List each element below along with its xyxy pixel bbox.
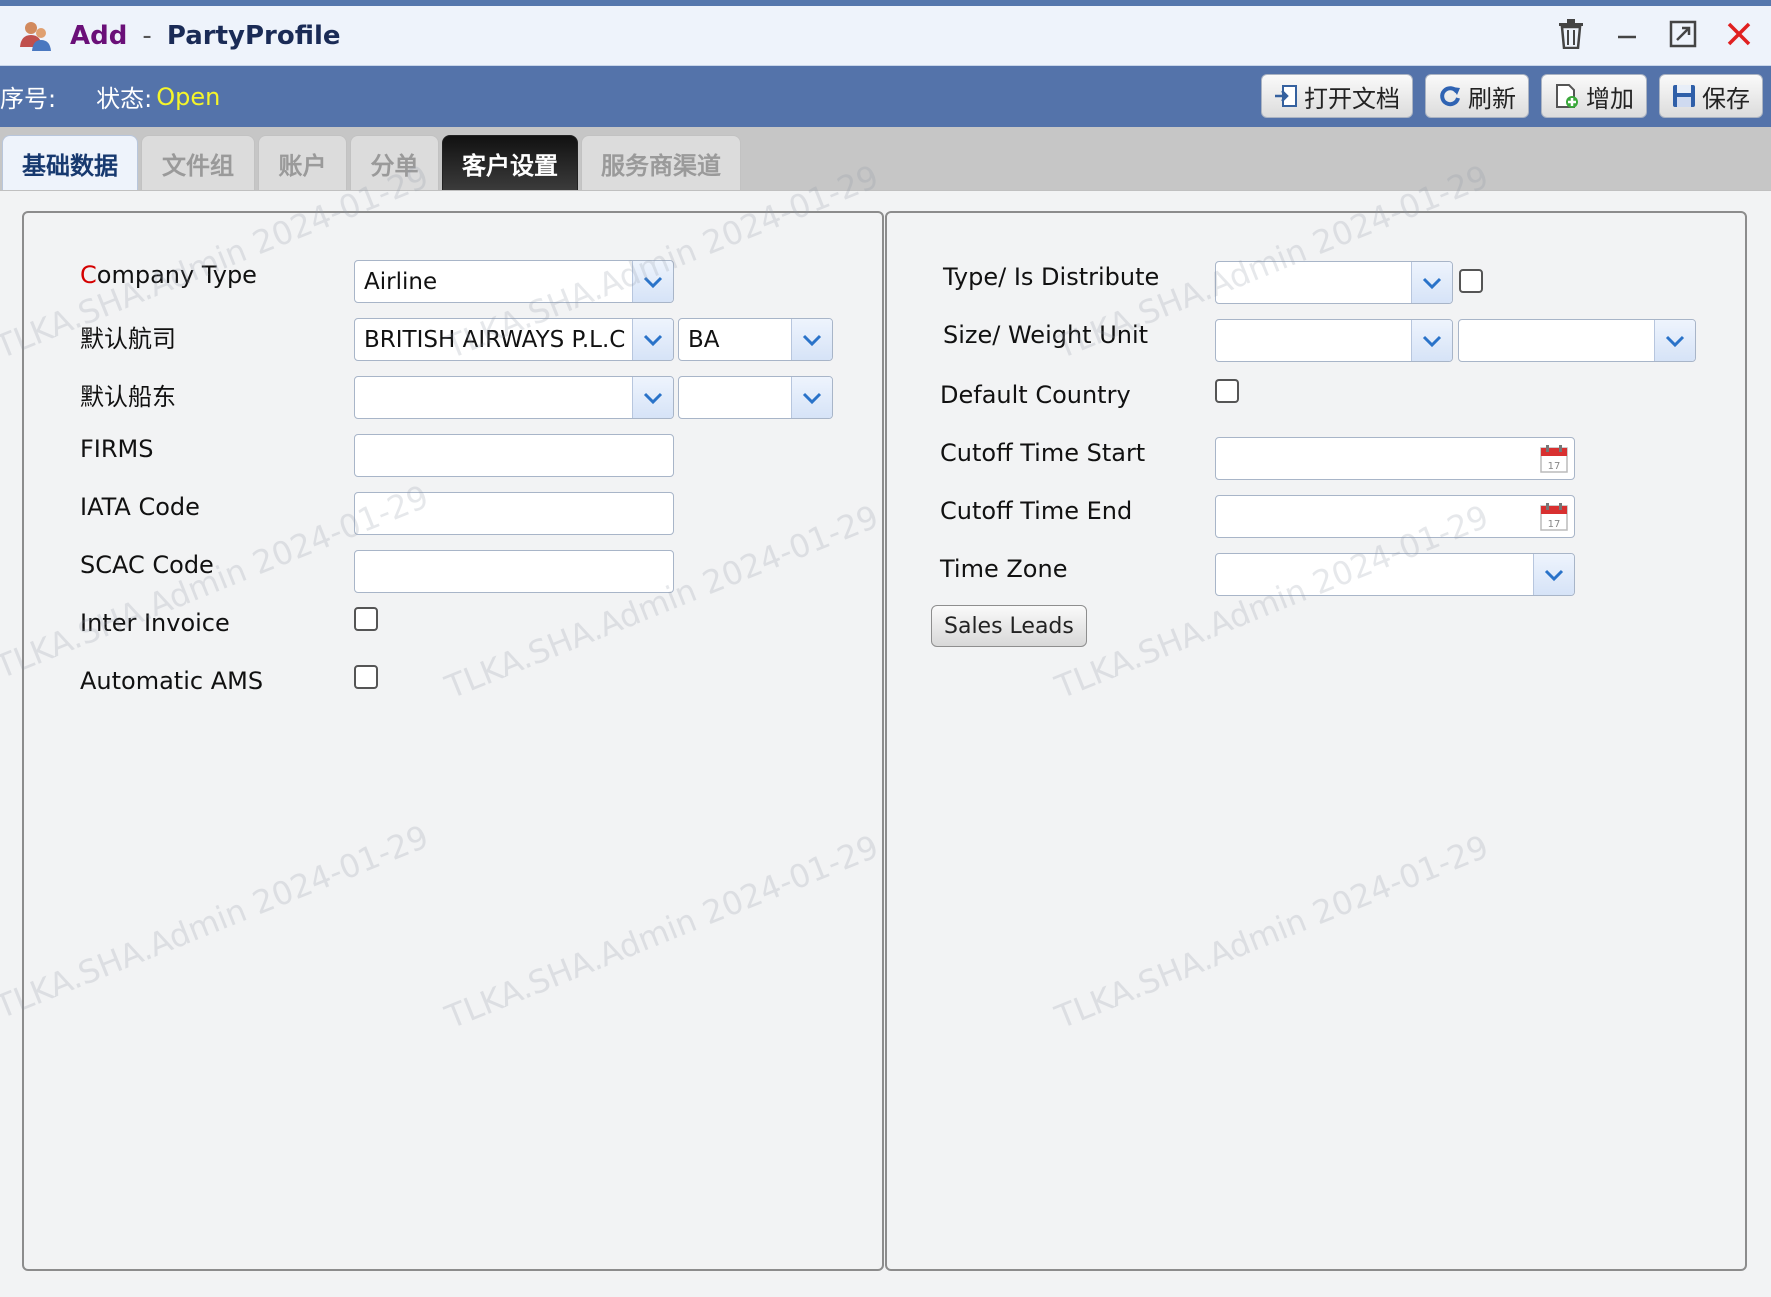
save-icon [1673, 85, 1695, 107]
trash-icon [1559, 19, 1583, 49]
chevron-down-icon[interactable] [791, 319, 832, 360]
refresh-button[interactable]: 刷新 [1425, 74, 1529, 118]
chevron-down-icon[interactable] [632, 261, 673, 302]
default-country-checkbox[interactable] [1215, 379, 1239, 403]
add-button[interactable]: 增加 [1541, 74, 1647, 118]
left-panel: Company Type Airline 默认航司 BRITISH AIRWAY… [22, 211, 884, 1271]
company-type-label-text: ompany Type [96, 261, 257, 289]
scac-code-label: SCAC Code [80, 551, 214, 579]
tab-account[interactable]: 账户 [258, 135, 347, 190]
maximize-button[interactable] [1665, 16, 1701, 52]
tab-basic-data[interactable]: 基础数据 [2, 135, 138, 190]
size-unit-select[interactable] [1215, 319, 1453, 362]
default-carrier-select[interactable] [354, 376, 674, 419]
inter-invoice-label: Inter Invoice [80, 609, 230, 637]
cutoff-time-start-label: Cutoff Time Start [940, 439, 1146, 467]
title-name: PartyProfile [166, 20, 341, 51]
action-toolbar: 打开文档 刷新 增加 保存 [1261, 74, 1763, 118]
add-document-icon [1556, 84, 1578, 108]
calendar-icon[interactable]: 17 [1534, 438, 1574, 479]
is-distribute-checkbox[interactable] [1459, 269, 1483, 293]
close-button[interactable] [1721, 16, 1757, 52]
default-airline-value: BRITISH AIRWAYS P.L.C [364, 326, 626, 353]
cutoff-time-end-label: Cutoff Time End [940, 497, 1133, 525]
time-zone-select[interactable] [1215, 553, 1575, 596]
default-airline-code-value: BA [688, 326, 720, 353]
state-value: Open [156, 82, 221, 111]
save-button[interactable]: 保存 [1659, 74, 1763, 118]
state-label: 状态: [96, 85, 153, 113]
refresh-label: 刷新 [1468, 84, 1516, 113]
chevron-down-icon[interactable] [632, 377, 673, 418]
default-airline-label: 默认航司 [80, 325, 176, 353]
title-separator: - [142, 20, 152, 51]
party-users-icon [18, 19, 52, 53]
type-select[interactable] [1215, 261, 1453, 304]
title-bar: Add - PartyProfile [0, 6, 1771, 66]
tab-sub-order[interactable]: 分单 [350, 135, 439, 190]
refresh-icon [1440, 86, 1460, 107]
maximize-icon [1669, 20, 1697, 48]
save-label: 保存 [1702, 84, 1750, 113]
chevron-down-icon[interactable] [632, 319, 673, 360]
status-bar: 序号: 状态: Open 打开文档 刷新 增加 保存 [0, 66, 1771, 127]
time-zone-label: Time Zone [940, 555, 1068, 583]
default-airline-code-select[interactable]: BA [678, 318, 833, 361]
close-icon [1727, 22, 1751, 46]
scac-code-input[interactable] [354, 550, 674, 593]
automatic-ams-checkbox[interactable] [354, 665, 378, 689]
minimize-button[interactable] [1609, 16, 1645, 52]
tab-provider-channel[interactable]: 服务商渠道 [581, 135, 741, 190]
weight-unit-select[interactable] [1458, 319, 1696, 362]
chevron-down-icon[interactable] [1411, 262, 1452, 303]
open-document-label: 打开文档 [1304, 84, 1400, 113]
size-weight-label: Size/ Weight Unit [943, 321, 1149, 349]
svg-text:17: 17 [1548, 519, 1561, 530]
tab-strip: 基础数据 文件组 账户 分单 客户设置 服务商渠道 [0, 127, 1771, 190]
chevron-down-icon[interactable] [1654, 320, 1695, 361]
inter-invoice-checkbox[interactable] [354, 607, 378, 631]
default-carrier-label: 默认船东 [80, 383, 176, 411]
title-action: Add [70, 20, 128, 51]
required-marker: C [80, 261, 97, 289]
company-type-value: Airline [364, 268, 438, 295]
serial-label: 序号: [0, 85, 57, 113]
sales-leads-button[interactable]: Sales Leads [931, 605, 1087, 647]
chevron-down-icon[interactable] [1533, 554, 1574, 595]
cutoff-time-start-input[interactable]: 17 [1215, 437, 1575, 480]
company-type-label: Company Type [80, 261, 257, 289]
company-type-select[interactable]: Airline [354, 260, 674, 303]
default-carrier-code-select[interactable] [678, 376, 833, 419]
default-country-label: Default Country [940, 381, 1131, 409]
tab-customer-settings[interactable]: 客户设置 [442, 135, 578, 190]
default-airline-select[interactable]: BRITISH AIRWAYS P.L.C [354, 318, 674, 361]
firms-label: FIRMS [80, 435, 154, 463]
chevron-down-icon[interactable] [1411, 320, 1452, 361]
add-label: 增加 [1586, 84, 1634, 113]
firms-input[interactable] [354, 434, 674, 477]
right-panel: Type/ Is Distribute Size/ Weight Unit De… [885, 211, 1747, 1271]
tab-file-group[interactable]: 文件组 [141, 135, 255, 190]
automatic-ams-label: Automatic AMS [80, 667, 264, 695]
svg-text:17: 17 [1548, 461, 1561, 472]
cutoff-time-end-input[interactable]: 17 [1215, 495, 1575, 538]
iata-code-input[interactable] [354, 492, 674, 535]
chevron-down-icon[interactable] [791, 377, 832, 418]
delete-window-button[interactable] [1553, 16, 1589, 52]
open-document-icon [1275, 85, 1297, 107]
open-document-button[interactable]: 打开文档 [1261, 74, 1413, 118]
window-controls [1553, 16, 1757, 52]
iata-code-label: IATA Code [80, 493, 200, 521]
type-distribute-label: Type/ Is Distribute [943, 263, 1160, 291]
content-area: Company Type Airline 默认航司 BRITISH AIRWAY… [0, 157, 1771, 1297]
window-title: Add - PartyProfile [70, 21, 341, 51]
calendar-icon[interactable]: 17 [1534, 496, 1574, 537]
minimize-icon [1618, 35, 1636, 39]
